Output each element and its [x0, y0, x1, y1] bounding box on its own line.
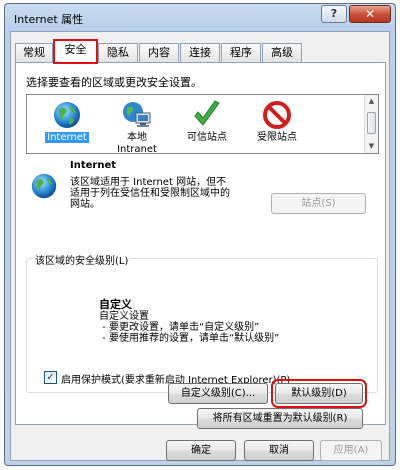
window-title: Internet 属性: [14, 13, 84, 26]
reset-all-zones-button[interactable]: 将所有区域重置为默认级别(R): [197, 408, 363, 429]
scroll-up-arrow-icon[interactable]: ▲: [367, 97, 376, 106]
checkmark-icon: [194, 100, 220, 126]
zone-internet-label: Internet: [45, 132, 89, 143]
security-level-description: 自定义设置 - 要更改设置，请单击“自定义级别” - 要使用推荐的设置，请单击“…: [99, 311, 280, 344]
close-button[interactable]: ✕: [349, 5, 391, 23]
zone-restricted-sites-label: 受限站点: [257, 132, 297, 143]
globe-icon: [31, 173, 57, 199]
zone-info-description: 该区域适用于 Internet 网站，但不适用于列在受信任和受限制区域中的网站。: [70, 177, 230, 210]
title-bar[interactable]: Internet 属性 ? ✕: [5, 4, 395, 31]
no-entry-icon: [263, 101, 291, 129]
ok-button[interactable]: 确定: [166, 440, 236, 461]
internet-properties-window: Internet 属性 ? ✕ 常规 安全 隐私 内容 连接 程序 高级 选择要…: [4, 3, 396, 466]
zone-internet[interactable]: Internet: [35, 98, 99, 150]
security-tab-panel: 选择要查看的区域或更改安全设置。 Internet 本地 Intranet 可信…: [15, 62, 386, 429]
zone-trusted-sites[interactable]: 可信站点: [175, 98, 239, 150]
tab-privacy[interactable]: 隐私: [98, 43, 138, 62]
dialog-client: 常规 安全 隐私 内容 连接 程序 高级 选择要查看的区域或更改安全设置。 In…: [10, 31, 390, 461]
security-level-name: 自定义: [99, 298, 132, 311]
tab-advanced[interactable]: 高级: [262, 43, 302, 62]
local-intranet-icon: [123, 102, 151, 127]
zone-restricted-sites[interactable]: 受限站点: [245, 98, 309, 150]
zone-instruction: 选择要查看的区域或更改安全设置。: [26, 76, 202, 89]
security-level-group-title: 该区域的安全级别(L): [33, 252, 131, 267]
zone-list-scrollbar[interactable]: ▲ ▼: [364, 95, 378, 153]
zone-info-title: Internet: [70, 160, 117, 171]
tab-content[interactable]: 内容: [139, 43, 179, 62]
globe-icon: [54, 102, 80, 128]
default-level-button[interactable]: 默认级别(D): [271, 379, 367, 408]
help-button[interactable]: ?: [321, 5, 347, 23]
zone-local-intranet-label: 本地 Intranet: [117, 132, 157, 155]
zone-local-intranet[interactable]: 本地 Intranet: [105, 98, 169, 155]
tab-strip: 常规 安全 隐私 内容 连接 程序 高级: [15, 39, 387, 64]
sites-button[interactable]: 站点(S): [271, 193, 366, 214]
apply-button[interactable]: 应用(A): [320, 440, 382, 461]
scroll-thumb[interactable]: [367, 112, 376, 134]
zone-trusted-sites-label: 可信站点: [187, 132, 227, 143]
tab-general[interactable]: 常规: [15, 43, 53, 62]
tab-programs[interactable]: 程序: [221, 43, 261, 62]
custom-level-button[interactable]: 自定义级别(C)...: [168, 383, 268, 404]
cancel-button[interactable]: 取消: [244, 440, 314, 461]
scroll-down-arrow-icon[interactable]: ▼: [367, 142, 376, 151]
tab-security[interactable]: 安全: [53, 39, 98, 64]
zone-list[interactable]: Internet 本地 Intranet 可信站点 受限站点 ▲ ▼: [26, 94, 379, 155]
protected-mode-checkbox[interactable]: ✓: [44, 371, 57, 384]
tab-connections[interactable]: 连接: [180, 43, 220, 62]
